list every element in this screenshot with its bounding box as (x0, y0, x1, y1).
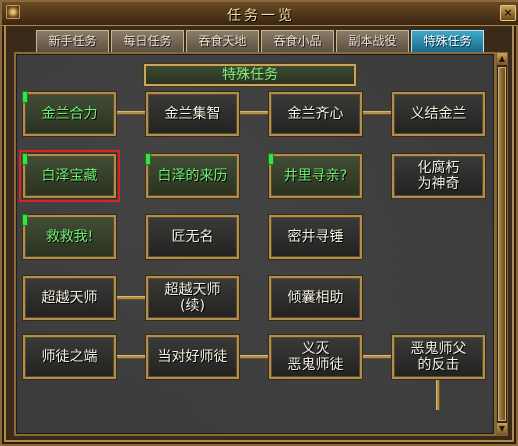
scrollbar[interactable]: ▲ ▼ (496, 52, 508, 436)
quest-node-qingnang-xiangzhu[interactable]: 倾囊相助 (269, 276, 362, 320)
close-button[interactable]: × (500, 5, 516, 21)
tab-special-quests[interactable]: 特殊任务 (411, 30, 484, 52)
quest-node-shitu-zhiduan[interactable]: 师徒之端 (23, 335, 116, 379)
special-quests-header: 特殊任务 (144, 64, 356, 86)
quest-node-yijie-jinlan[interactable]: 义结金兰 (392, 92, 485, 136)
quest-node-dang-haoshitu[interactable]: 当对好师徒 (146, 335, 239, 379)
scroll-up-arrow-icon[interactable]: ▲ (497, 53, 507, 65)
quest-link (436, 378, 440, 410)
quest-link (360, 111, 396, 115)
quest-window: 任务一览 × 新手任务 每日任务 吞食天地 吞食小品 副本战役 特殊任务 ▲ ▼… (0, 0, 518, 446)
quest-link (360, 355, 396, 359)
tab-tunshi-tiandi[interactable]: 吞食天地 (186, 30, 259, 52)
title-bar[interactable]: 任务一览 × (2, 2, 518, 26)
quest-node-jinlan-qixin[interactable]: 金兰齐心 (269, 92, 362, 136)
quest-node-jinlan-heli[interactable]: 金兰合力 (22, 91, 116, 136)
quest-link (114, 296, 150, 300)
tab-daily-quests[interactable]: 每日任务 (111, 30, 184, 52)
quest-link (114, 355, 150, 359)
quest-node-chaoyue-tianshi-2[interactable]: 超越天师 (续) (146, 276, 239, 320)
quest-node-mijing-xunchui[interactable]: 密井寻锤 (269, 215, 362, 259)
quest-node-jingli-xunqin[interactable]: 井里寻亲? (268, 153, 362, 198)
tab-dungeon-battle[interactable]: 副本战役 (336, 30, 409, 52)
window-title: 任务一览 (227, 8, 295, 24)
quest-node-baize-baozang[interactable]: 白泽宝藏 (19, 150, 120, 202)
quest-link (237, 355, 273, 359)
quest-link (237, 111, 273, 115)
quest-node-yimie-egui[interactable]: 义灭 恶鬼师徒 (269, 335, 362, 379)
scroll-down-arrow-icon[interactable]: ▼ (497, 423, 507, 435)
quest-node-egui-fanji[interactable]: 恶鬼师父 的反击 (392, 335, 485, 379)
quest-node-jiujiu-wo[interactable]: 救救我! (22, 214, 116, 259)
tab-tunshi-xiaopin[interactable]: 吞食小品 (261, 30, 334, 52)
quest-link (114, 111, 150, 115)
quest-node-jiang-wuming[interactable]: 匠无名 (146, 215, 239, 259)
quest-node-baize-laili[interactable]: 白泽的来历 (145, 153, 239, 198)
quest-node-jinlan-jizhi[interactable]: 金兰集智 (146, 92, 239, 136)
scroll-thumb[interactable] (498, 67, 506, 421)
quest-node-hua-fuxiu[interactable]: 化腐朽 为神奇 (392, 154, 485, 198)
tab-newbie-quests[interactable]: 新手任务 (36, 30, 109, 52)
quest-node-chaoyue-tianshi[interactable]: 超越天师 (23, 276, 116, 320)
